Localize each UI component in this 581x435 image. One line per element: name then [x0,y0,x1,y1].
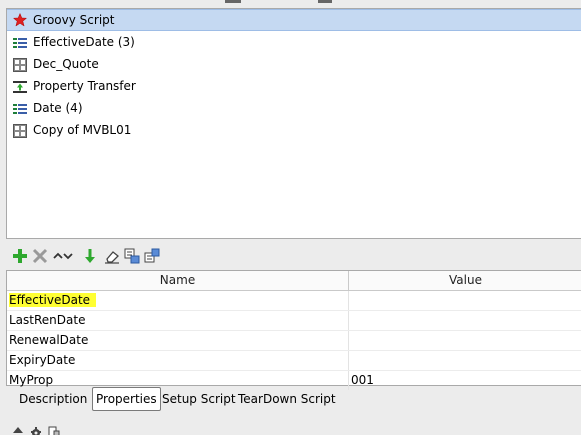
move-up-down-icon[interactable] [52,248,74,264]
add-icon[interactable] [12,248,28,264]
property-value-cell[interactable] [349,291,581,310]
step-item-dec-quote[interactable]: Dec_Quote [7,53,581,75]
properties-toolbar [6,246,206,268]
property-value-cell[interactable] [349,311,581,330]
property-value-cell[interactable] [349,351,581,370]
test-steps-list: Groovy Script EffectiveDate (3) Dec_Quot… [6,8,581,239]
remove-icon[interactable] [32,248,48,264]
cut-off-icon [225,0,241,3]
cut-off-icon [318,0,332,3]
step-item-effectivedate[interactable]: EffectiveDate (3) [7,31,581,53]
expand-icon[interactable] [12,426,24,435]
document-icon[interactable] [48,426,60,435]
load-icon[interactable] [124,248,140,264]
star-icon [12,12,28,27]
highlighted-text: EffectiveDate [9,293,97,307]
tab-description[interactable]: Description [16,388,90,410]
tab-teardown-script[interactable]: TearDown Script [235,388,339,410]
request-icon [13,123,27,138]
top-strip [0,0,581,8]
property-name-cell[interactable]: RenewalDate [7,331,349,350]
step-label: Property Transfer [33,79,136,93]
request-icon [13,57,27,72]
column-header-name[interactable]: Name [7,271,349,290]
step-item-copy-of-mvbl01[interactable]: Copy of MVBL01 [7,119,581,141]
table-header: Name Value [7,271,581,291]
move-down-icon[interactable] [82,248,98,264]
tab-properties[interactable]: Properties [92,387,161,411]
step-item-date[interactable]: Date (4) [7,97,581,119]
save-icon[interactable] [144,248,160,264]
datasource-icon [13,101,27,115]
table-row[interactable]: EffectiveDate [7,291,581,311]
clear-icon[interactable] [104,248,120,264]
table-row[interactable]: RenewalDate [7,331,581,351]
property-name-cell[interactable]: LastRenDate [7,311,349,330]
gear-icon[interactable] [30,426,42,435]
step-label: Date (4) [33,101,83,115]
property-value-cell[interactable] [349,331,581,350]
step-label: EffectiveDate (3) [33,35,135,49]
step-label: Groovy Script [33,13,115,27]
step-label: Copy of MVBL01 [33,123,132,137]
property-name-cell[interactable]: ExpiryDate [7,351,349,370]
datasource-icon [13,35,27,49]
property-value-cell[interactable]: 001 [349,371,581,390]
bottom-toolbar [12,426,72,435]
step-item-groovy-script[interactable]: Groovy Script [7,9,581,31]
table-row[interactable]: LastRenDate [7,311,581,331]
step-label: Dec_Quote [33,57,99,71]
property-transfer-icon [13,79,27,93]
step-item-property-transfer[interactable]: Property Transfer [7,75,581,97]
property-name-cell[interactable]: EffectiveDate [7,291,349,310]
table-row[interactable]: ExpiryDate [7,351,581,371]
properties-table: Name Value EffectiveDate LastRenDate Ren… [6,270,581,391]
tab-setup-script[interactable]: Setup Script [159,388,239,410]
column-header-value[interactable]: Value [349,271,581,290]
